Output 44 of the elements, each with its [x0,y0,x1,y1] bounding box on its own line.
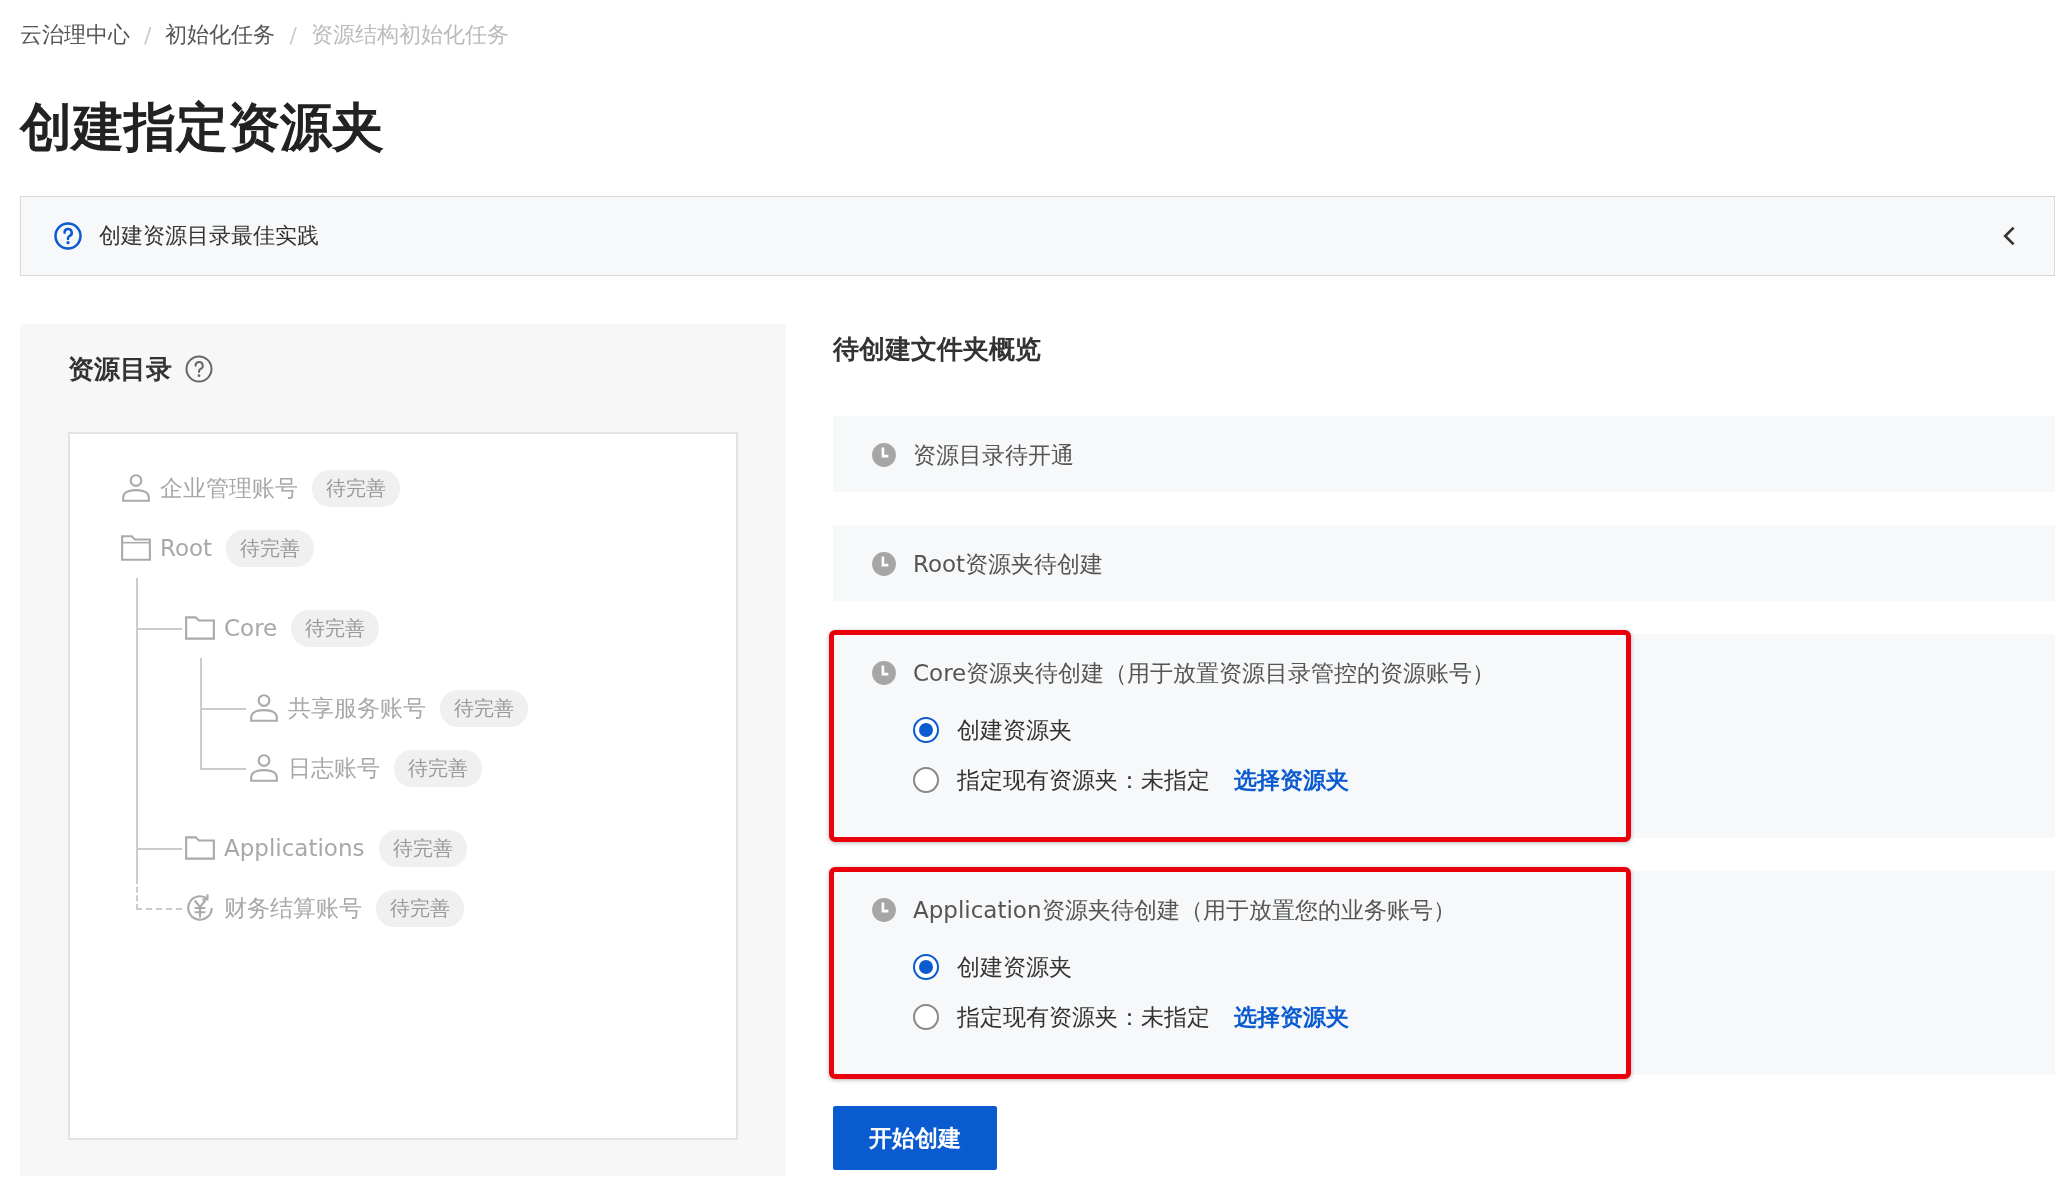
breadcrumb-link[interactable]: 初始化任务 [165,20,276,50]
breadcrumb-separator: / [289,22,297,48]
breadcrumb-separator: / [144,22,152,48]
section-title: 待创建文件夹概览 [833,332,1042,366]
start-button[interactable]: 开始创建 [833,1106,997,1171]
clock-icon [871,660,897,687]
status-badge: 待完善 [394,749,482,787]
radio-button[interactable] [913,717,939,744]
tree-connector [136,578,182,631]
status-text: 资源目录待开通 [913,440,1074,470]
tree-connector [200,658,246,711]
tip-bar[interactable]: 创建资源目录最佳实践 [20,196,2055,277]
status-text: Core资源夹待创建（用于放置资源目录管控的资源账号） [913,658,1496,688]
panel-title: 资源目录 [68,352,172,386]
page-title: 创建指定资源夹 [20,96,385,159]
status-badge: 待完善 [376,889,464,927]
status-badge: 待完善 [291,609,380,647]
radio-label[interactable]: 创建资源夹 [957,714,1072,746]
person-icon [248,752,280,785]
radio-label[interactable]: 指定现有资源夹：未指定 [957,764,1210,796]
status-text: Application资源夹待创建（用于放置您的业务账号） [913,895,1456,925]
person-icon [120,472,152,505]
tree-connector [200,738,246,771]
status-text: Root资源夹待创建 [913,549,1104,579]
select-folder-link[interactable]: 选择资源夹 [1234,1001,1349,1033]
clock-icon [871,442,897,469]
clock-icon [871,551,897,578]
clock-icon [871,897,897,924]
status-badge: 待完善 [312,469,400,507]
radio-button[interactable] [913,954,939,981]
radio-button[interactable] [913,1004,939,1031]
select-folder-link[interactable]: 选择资源夹 [1234,764,1349,796]
status-badge: 待完善 [378,829,467,867]
radio-label[interactable]: 创建资源夹 [957,951,1072,983]
help-icon[interactable] [184,354,214,385]
radio-label[interactable]: 指定现有资源夹：未指定 [957,1001,1210,1033]
help-icon [53,221,83,252]
radio-button[interactable] [913,767,939,794]
tree-connector [136,878,182,911]
breadcrumb-link[interactable]: 云治理中心 [20,20,130,50]
status-badge: 待完善 [226,529,315,567]
status-badge: 待完善 [440,689,528,727]
tip-text: 创建资源目录最佳实践 [99,222,320,251]
person-icon [248,692,280,725]
